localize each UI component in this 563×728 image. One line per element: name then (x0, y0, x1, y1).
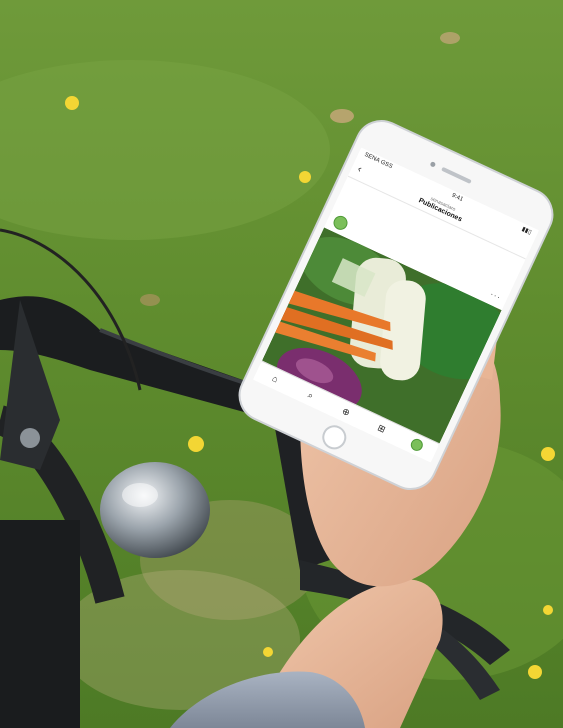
home-icon[interactable]: ⌂ (266, 370, 285, 389)
avatar[interactable] (331, 213, 350, 233)
shop-icon[interactable]: ⊞ (372, 419, 391, 438)
photo-background: SENA GSS 9:41 ▮▮▯ ‹ senasaclaro Publicac… (0, 0, 563, 728)
search-icon[interactable]: ⌕ (301, 386, 320, 405)
profile-tab[interactable] (408, 436, 427, 455)
add-post-icon[interactable]: ⊕ (337, 403, 356, 422)
more-options-icon[interactable]: ··· (489, 289, 503, 302)
profile-avatar (409, 437, 426, 454)
